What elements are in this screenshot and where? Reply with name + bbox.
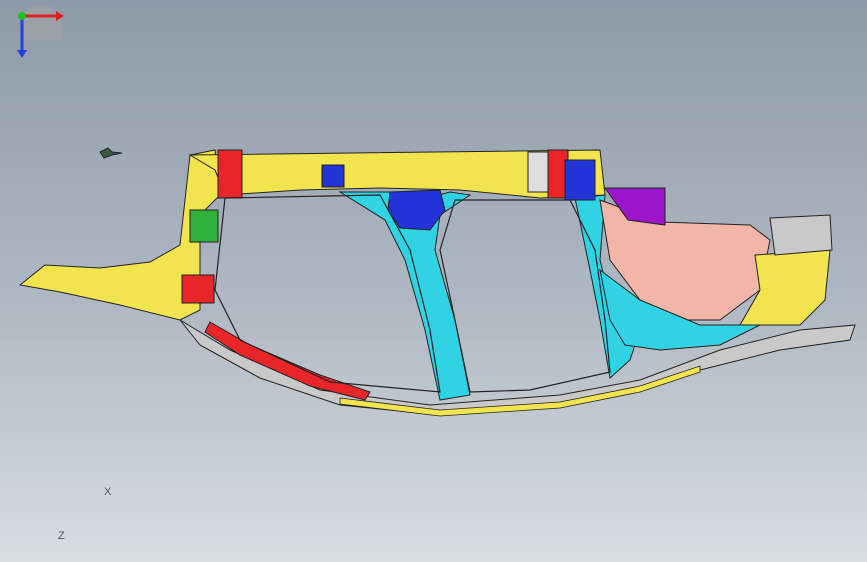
x-axis-label: X xyxy=(104,486,112,498)
car-body-side-frame-model[interactable] xyxy=(0,0,867,562)
mouse-cursor-icon xyxy=(99,147,123,159)
front-door-opening xyxy=(439,199,611,393)
roof-clip xyxy=(321,164,345,188)
front-upper-box xyxy=(769,214,833,256)
front-roof-bracket-grey xyxy=(527,151,549,193)
rear-latch-plate xyxy=(189,209,219,243)
rear-striker-plate xyxy=(181,274,215,304)
rear-roof-bracket xyxy=(217,149,243,199)
sill-lower-edge xyxy=(339,365,701,417)
graphics-viewport[interactable]: X Z xyxy=(0,0,867,562)
triad-icon[interactable] xyxy=(0,0,80,70)
front-corner-bracket xyxy=(564,159,596,201)
z-axis-label: Z xyxy=(58,530,65,542)
